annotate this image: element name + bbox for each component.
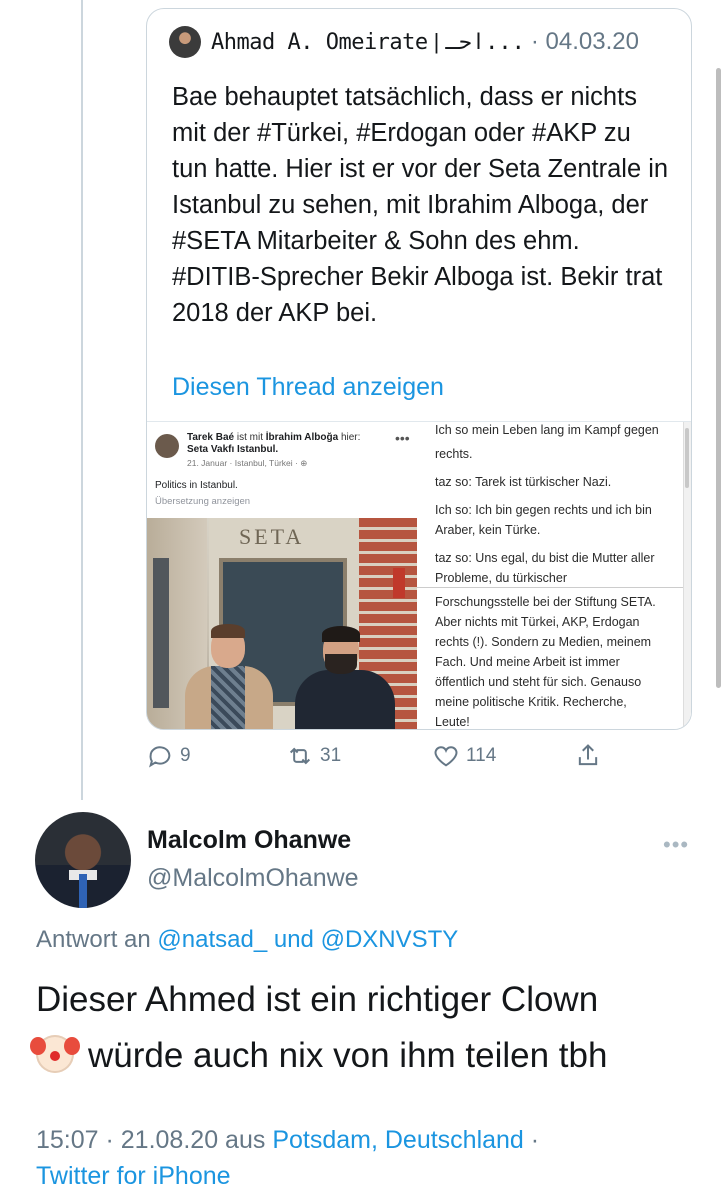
retweet-icon xyxy=(289,747,311,765)
mention-link[interactable]: @natsad_ xyxy=(157,926,267,953)
quoted-author-avatar[interactable] xyxy=(169,26,201,58)
chat-line: Probleme, du türkischer xyxy=(435,571,568,585)
person-left xyxy=(181,624,273,729)
reply-button[interactable]: 9 xyxy=(146,742,191,770)
fb-place: Seta Vakfı Istanbul. xyxy=(187,444,279,455)
quoted-author-name[interactable]: Ahmad A. Omeirate xyxy=(211,30,428,55)
text-screenshot-bottom: Forschungsstelle bei der Stiftung SETA. … xyxy=(417,588,683,729)
text-screenshot-panel: Ich so mein Leben lang im Kampf gegen re… xyxy=(417,422,691,729)
quoted-tweet-header: Ahmad A. Omeirate | احـ... · 04.03.20 xyxy=(169,26,639,58)
fb-here-text: hier: xyxy=(340,432,361,443)
share-button[interactable] xyxy=(574,742,608,770)
fb-with-text: ist mit xyxy=(236,432,263,443)
fb-more-icon: ••• xyxy=(395,430,410,446)
quoted-tweet-date: · 04.03.20 xyxy=(530,28,639,55)
reply-tweet-text: Dieser Ahmed ist ein richtiger Clown wür… xyxy=(30,972,696,1084)
location-link[interactable]: Potsdam, Deutschland xyxy=(272,1126,524,1154)
retweet-count: 31 xyxy=(320,745,342,766)
chat-line: Aber nichts mit Türkei, AKP, Erdogan xyxy=(435,615,640,629)
mention-link[interactable]: @DXNVSTY xyxy=(321,926,459,953)
facebook-post-screenshot: Tarek Baé ist mit İbrahim Alboğa hier: S… xyxy=(147,422,418,729)
reply-author-avatar[interactable] xyxy=(35,812,131,908)
client-link[interactable]: Twitter for iPhone xyxy=(36,1162,231,1190)
chat-line: taz so: Tarek ist türkischer Nazi. xyxy=(435,475,612,489)
chat-line: Ich so mein Leben lang im Kampf gegen xyxy=(435,423,659,437)
person-right xyxy=(289,626,399,729)
quoted-tweet-media[interactable]: Tarek Baé ist mit İbrahim Alboğa hier: S… xyxy=(147,421,691,729)
reply-count: 9 xyxy=(180,745,191,766)
fb-post-meta: 21. Januar · Istanbul, Türkei · ⊕ xyxy=(187,458,308,468)
show-thread-link[interactable]: Diesen Thread anzeigen xyxy=(172,373,444,402)
fb-tagged-name: İbrahim Alboğa xyxy=(265,432,339,443)
reply-text-line-2: würde auch nix von ihm teilen tbh xyxy=(30,1028,696,1084)
chat-line: taz so: Uns egal, du bist die Mutter all… xyxy=(435,551,655,565)
chat-line: rechts. xyxy=(435,447,473,461)
chat-line: rechts (!). Sondern zu Medien, meinem xyxy=(435,635,652,649)
footer-dot: · xyxy=(530,1126,540,1154)
seta-sign: SETA xyxy=(239,524,305,549)
reply-text-line: würde auch nix von ihm teilen tbh xyxy=(88,1036,608,1075)
thread-connector-line xyxy=(81,0,83,800)
tweet-action-bar: 9 31 114 xyxy=(146,742,646,778)
reply-icon xyxy=(149,746,171,768)
reply-author-name[interactable]: Malcolm Ohanwe xyxy=(147,826,351,855)
more-options-icon[interactable]: ••• xyxy=(663,832,689,858)
and-word: und xyxy=(273,926,314,953)
fb-post-photo: SETA xyxy=(147,518,417,729)
replying-to-line: Antwort an @natsad_ und @DXNVSTY xyxy=(36,926,458,954)
fb-author-avatar xyxy=(155,434,179,458)
chat-line: Forschungsstelle bei der Stiftung SETA. xyxy=(435,595,656,609)
clown-face-icon xyxy=(30,1035,74,1073)
screenshot-scrollbar-thumb xyxy=(685,428,689,488)
fb-translate-link: Übersetzung anzeigen xyxy=(155,496,251,507)
chat-line: Ich so: Ich bin gegen rechts und ich bin xyxy=(435,503,652,517)
scrollbar[interactable] xyxy=(716,68,721,688)
quoted-tweet-text: Bae behauptet tatsächlich, dass er nicht… xyxy=(172,83,669,327)
quoted-author-name-suffix: احـ... xyxy=(445,29,525,55)
reply-author-handle[interactable]: @MalcolmOhanwe xyxy=(147,864,359,893)
quoted-author-separator: | xyxy=(433,29,440,54)
text-screenshot-top: Ich so mein Leben lang im Kampf gegen re… xyxy=(417,422,683,588)
tweet-timestamp: 15:07 · 21.08.20 aus xyxy=(36,1126,266,1154)
replying-to-label: Antwort an xyxy=(36,926,151,953)
chat-line: Araber, kein Türke. xyxy=(435,523,541,537)
like-button[interactable]: 114 xyxy=(432,742,496,770)
fb-author-name: Tarek Baé xyxy=(187,432,235,443)
chat-line: Fach. Und meine Arbeit ist immer xyxy=(435,655,620,669)
chat-line: meine politische Kritik. Recherche, xyxy=(435,695,627,709)
fb-post-text: Politics in Istanbul. xyxy=(155,480,238,491)
quoted-tweet-card[interactable]: Ahmad A. Omeirate | احـ... · 04.03.20 Ba… xyxy=(146,8,692,730)
fb-post-header: Tarek Baé ist mit İbrahim Alboğa hier: S… xyxy=(187,432,397,456)
retweet-button[interactable]: 31 xyxy=(286,742,341,770)
like-icon xyxy=(434,746,458,767)
chat-line: öffentlich und steht für sich. Genauso xyxy=(435,675,642,689)
flag xyxy=(393,568,405,598)
share-icon xyxy=(578,744,598,766)
chat-line: Leute! xyxy=(435,715,470,729)
like-count: 114 xyxy=(466,745,497,766)
reply-text-line: Dieser Ahmed ist ein richtiger Clown xyxy=(36,980,599,1019)
tweet-footer-meta: 15:07 · 21.08.20 aus Potsdam, Deutschlan… xyxy=(36,1122,696,1194)
